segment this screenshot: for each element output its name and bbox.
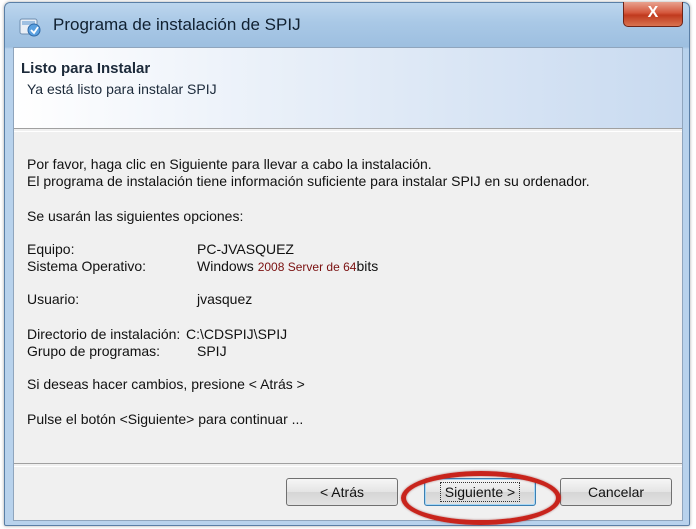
usuario-value: jvasquez [197, 291, 253, 307]
next-button-label: Siguiente > [439, 482, 521, 502]
usuario-label: Usuario: [27, 291, 80, 307]
so-value-prefix: Windows [197, 258, 254, 274]
close-button[interactable]: X [623, 2, 683, 27]
installer-window: Programa de instalación de SPIJ X Listo … [4, 2, 690, 526]
changes-hint: Si deseas hacer cambios, presione < Atrá… [27, 376, 305, 392]
program-group-value: SPIJ [197, 343, 227, 359]
intro-line-1: Por favor, haga clic en Siguiente para l… [27, 156, 432, 172]
so-label: Sistema Operativo: [27, 258, 147, 274]
so-value-version: 2008 Server de 64 [257, 260, 357, 274]
cancel-button-label: Cancelar [587, 484, 645, 500]
equipo-label: Equipo: [27, 241, 75, 257]
dialog-client-area: Listo para Instalar Ya está listo para i… [13, 47, 683, 525]
wizard-header: Listo para Instalar Ya está listo para i… [14, 48, 682, 128]
title-bar[interactable]: Programa de instalación de SPIJ X [5, 2, 689, 49]
header-divider [14, 128, 682, 132]
installer-icon [19, 18, 41, 37]
equipo-value: PC-JVASQUEZ [197, 241, 294, 257]
back-button-label: < Atrás [320, 484, 364, 500]
directory-label: Directorio de instalación: [27, 326, 181, 342]
options-heading: Se usarán las siguientes opciones: [27, 208, 244, 224]
intro-line-2: El programa de instalación tiene informa… [27, 173, 590, 189]
window-title: Programa de instalación de SPIJ [53, 15, 301, 34]
back-button[interactable]: < Atrás [286, 478, 398, 506]
footer-divider [14, 463, 682, 467]
page-title: Listo para Instalar [21, 60, 151, 77]
cancel-button[interactable]: Cancelar [560, 478, 672, 506]
so-value: Windows 2008 Server de 64bits [197, 258, 378, 274]
directory-value: C:\CDSPIJ\SPIJ [186, 326, 288, 342]
continue-hint: Pulse el botón <Siguiente> para continua… [27, 411, 304, 427]
next-button[interactable]: Siguiente > [424, 478, 536, 506]
program-group-label: Grupo de programas: [27, 343, 161, 359]
close-icon: X [647, 4, 659, 21]
page-subtitle: Ya está listo para instalar SPIJ [27, 81, 217, 97]
so-value-suffix: bits [356, 258, 379, 274]
